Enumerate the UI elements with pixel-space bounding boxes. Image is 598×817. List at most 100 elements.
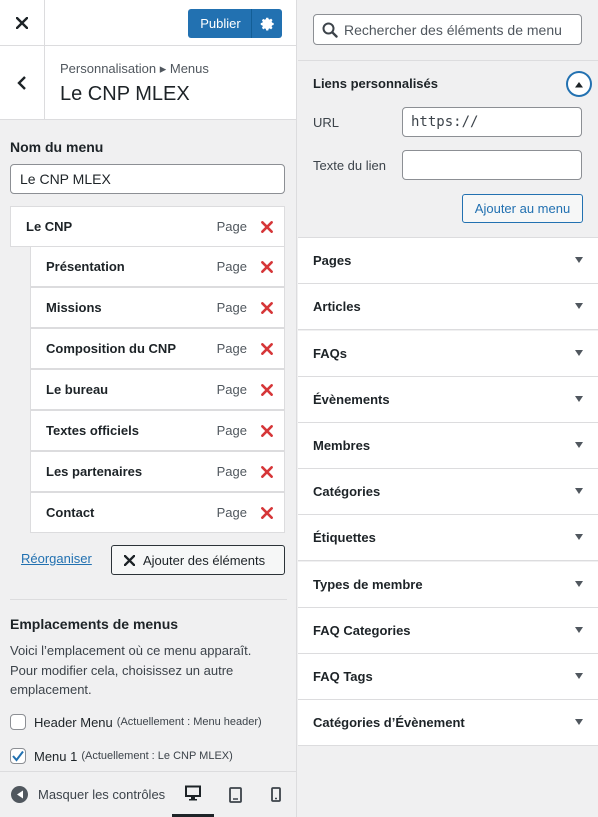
menu-name-label: Nom du menu <box>10 139 104 155</box>
divider <box>10 599 287 600</box>
menu-item[interactable]: Les partenaires Page <box>30 451 285 492</box>
url-input[interactable] <box>402 107 582 137</box>
remove-icon[interactable] <box>260 260 274 274</box>
close-icon <box>124 554 135 566</box>
triangle-down-icon <box>575 303 583 309</box>
customizer-footer: Masquer les contrôles <box>0 771 296 817</box>
arrow-left-icon <box>11 786 28 803</box>
menu-name-input[interactable] <box>10 164 285 194</box>
link-text-input[interactable] <box>402 150 582 180</box>
remove-icon[interactable] <box>260 506 274 520</box>
section-title: Types de membre <box>313 577 423 592</box>
locations-description: Voici l’emplacement où ce menu apparaît.… <box>10 643 252 697</box>
breadcrumb: Personnalisation ▸ Menus <box>60 61 209 76</box>
menu-item[interactable]: Textes officiels Page <box>30 410 285 451</box>
section-title: Membres <box>313 438 371 453</box>
remove-icon[interactable] <box>260 220 274 234</box>
triangle-down-icon <box>575 581 583 587</box>
preview-mobile-button[interactable] <box>255 772 296 817</box>
add-items-label: Ajouter des éléments <box>143 552 266 568</box>
menu-item-type: Page <box>216 423 247 438</box>
menu-item[interactable]: Composition du CNP Page <box>30 328 285 369</box>
section-toggle[interactable]: Catégories d’Évènement <box>298 700 598 746</box>
location-note: (Actuellement : Menu header) <box>116 716 262 728</box>
menu-item-title: Textes officiels <box>46 423 139 438</box>
menu-1-checkbox[interactable] <box>10 748 26 764</box>
menu-item[interactable]: Présentation Page <box>30 246 285 287</box>
hide-controls-button[interactable]: Masquer les contrôles <box>11 786 171 803</box>
section-title: FAQs <box>313 346 347 361</box>
locations-title: Emplacements de menus <box>10 616 179 632</box>
reorganise-link[interactable]: Réorganiser <box>21 551 92 566</box>
section-toggle[interactable]: Membres <box>298 423 598 469</box>
triangle-down-icon <box>575 442 583 448</box>
menu-item-type: Page <box>216 382 247 397</box>
menu-item[interactable]: Le bureau Page <box>30 369 285 410</box>
section-toggle[interactable]: FAQs <box>298 331 598 377</box>
collapse-button[interactable] <box>567 72 591 96</box>
triangle-up-icon <box>575 81 583 87</box>
menu-item[interactable]: Missions Page <box>30 287 285 328</box>
remove-icon[interactable] <box>260 342 274 356</box>
add-to-menu-button[interactable]: Ajouter au menu <box>462 194 583 223</box>
section-toggle[interactable]: Évènements <box>298 377 598 423</box>
hide-controls-label: Masquer les contrôles <box>38 787 166 802</box>
search-box <box>313 14 582 45</box>
location-row-menu-1: Menu 1 (Actuellement : Le CNP MLEX) <box>10 748 233 764</box>
publish-settings-button[interactable] <box>251 9 282 38</box>
desktop-icon <box>185 785 201 801</box>
section-title: FAQ Categories <box>313 623 411 638</box>
publish-group: Publier <box>188 9 282 38</box>
panel-header: Personnalisation ▸ Menus Le CNP MLEX <box>0 46 296 120</box>
tablet-icon <box>228 786 242 803</box>
location-row-header-menu: Header Menu (Actuellement : Menu header) <box>10 714 262 730</box>
section-title: Catégories d’Évènement <box>313 715 465 730</box>
add-items-button[interactable]: Ajouter des éléments <box>111 545 285 575</box>
back-button[interactable] <box>0 46 45 119</box>
location-label: Menu 1 <box>34 748 78 764</box>
remove-icon[interactable] <box>260 301 274 315</box>
chevron-left-icon <box>17 75 26 90</box>
close-button[interactable] <box>0 0 45 46</box>
location-label: Header Menu <box>34 714 113 730</box>
section-toggle[interactable]: Articles <box>298 284 598 330</box>
search-input[interactable] <box>344 21 579 38</box>
remove-icon[interactable] <box>260 465 274 479</box>
triangle-down-icon <box>575 350 583 356</box>
preview-desktop-button[interactable] <box>172 772 214 817</box>
section-toggle[interactable]: Pages <box>298 238 598 284</box>
customizer-sidebar: Publier Personnalisation ▸ Menus Le CNP … <box>0 0 297 817</box>
menu-item-title: Les partenaires <box>46 464 143 479</box>
section-title: Étiquettes <box>313 530 376 545</box>
menu-item[interactable]: Le CNP Page <box>10 206 285 247</box>
close-icon <box>16 17 28 29</box>
preview-tablet-button[interactable] <box>214 772 256 817</box>
menu-item-type: Page <box>216 341 247 356</box>
section-toggle[interactable]: FAQ Tags <box>298 654 598 700</box>
menu-item-type: Page <box>216 505 247 520</box>
section-title: Catégories <box>313 484 381 499</box>
menu-item-type: Page <box>216 464 247 479</box>
search-icon <box>322 22 338 38</box>
remove-icon[interactable] <box>260 424 274 438</box>
menu-item-type: Page <box>216 219 247 234</box>
section-toggle[interactable]: FAQ Categories <box>298 608 598 654</box>
page-title: Le CNP MLEX <box>60 83 190 105</box>
gear-icon <box>260 17 274 30</box>
publish-button[interactable]: Publier <box>188 9 251 38</box>
mobile-icon <box>271 787 281 802</box>
remove-icon[interactable] <box>260 383 274 397</box>
menu-item-title: Le CNP <box>26 219 73 234</box>
triangle-down-icon <box>575 719 583 725</box>
section-title: Évènements <box>313 392 390 407</box>
header-menu-checkbox[interactable] <box>10 714 26 730</box>
menu-item-title: Missions <box>46 300 102 315</box>
menu-item[interactable]: Contact Page <box>30 492 285 533</box>
triangle-down-icon <box>575 534 583 540</box>
checkmark-icon <box>12 750 24 762</box>
section-toggle[interactable]: Étiquettes <box>298 515 598 561</box>
location-note: (Actuellement : Le CNP MLEX) <box>81 750 233 762</box>
section-toggle[interactable]: Catégories <box>298 469 598 515</box>
menu-item-title: Contact <box>46 505 95 520</box>
section-toggle[interactable]: Types de membre <box>298 562 598 608</box>
